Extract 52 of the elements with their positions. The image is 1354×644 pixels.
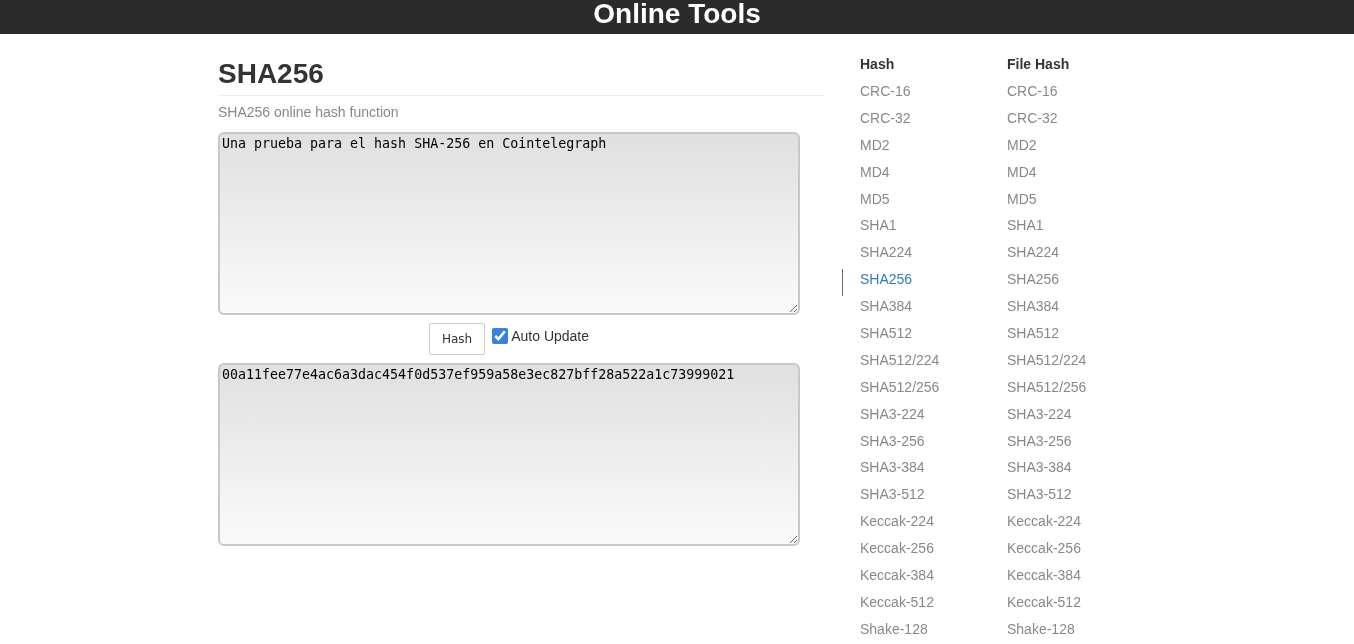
sidebar-link[interactable]: SHA512/224	[989, 349, 1087, 377]
sidebar-link[interactable]: SHA3-512	[989, 484, 1072, 512]
sidebar-link[interactable]: MD2	[842, 134, 890, 162]
sidebar-link[interactable]: Keccak-512	[842, 591, 934, 619]
sidebar-link[interactable]: MD5	[842, 188, 890, 216]
sidebar-link[interactable]: SHA1	[989, 215, 1044, 243]
sidebar-heading: File Hash	[1007, 55, 1071, 74]
sidebar-link[interactable]: SHA512/224	[842, 349, 940, 377]
sidebar-link[interactable]: MD4	[989, 161, 1037, 189]
auto-update-checkbox[interactable]	[492, 328, 509, 344]
sidebar-heading: Hash	[860, 55, 896, 74]
sidebar-link[interactable]: MD2	[989, 134, 1037, 162]
sidebar-link[interactable]: Shake-128	[989, 618, 1075, 644]
sidebar-link[interactable]: SHA3-512	[842, 484, 925, 512]
sidebar-link[interactable]: SHA256	[989, 269, 1060, 297]
auto-update-label: Auto Update	[511, 328, 590, 344]
sidebar-link[interactable]: Keccak-512	[989, 591, 1081, 619]
sidebar-link[interactable]: MD5	[989, 188, 1037, 216]
sidebar-link[interactable]: SHA3-384	[842, 457, 925, 485]
sidebar-link[interactable]: Keccak-384	[842, 565, 934, 592]
sidebar-link[interactable]: SHA224	[842, 242, 913, 270]
output-field[interactable]: 00a11fee77e4ac6a3dac454f0d537ef959a58e3ec827bff28a522a1c73999021	[218, 363, 800, 546]
sidebar-link[interactable]: SHA256	[842, 269, 913, 297]
page-subtitle: SHA256 online hash function	[218, 104, 400, 120]
sidebar-link[interactable]: Keccak-256	[989, 538, 1081, 566]
hash-button[interactable]: Hash	[428, 323, 486, 355]
sidebar-link[interactable]: Keccak-384	[989, 565, 1081, 592]
sidebar-link[interactable]: MD4	[842, 161, 890, 189]
sidebar-link[interactable]: SHA224	[989, 242, 1060, 270]
site-title[interactable]: Online Tools	[593, 0, 761, 28]
sidebar-link[interactable]: SHA512	[842, 323, 913, 350]
sidebar-link[interactable]: Shake-128	[842, 618, 928, 644]
sidebar-link[interactable]: SHA3-384	[989, 457, 1072, 485]
sidebar-link[interactable]: SHA512/256	[989, 376, 1087, 404]
sidebar-link[interactable]: SHA384	[842, 296, 913, 323]
input-field[interactable]: Una prueba para el hash SHA-256 en Cointelegraph	[218, 132, 800, 315]
sidebar-link[interactable]: SHA3-256	[842, 430, 925, 458]
sidebar-link[interactable]: SHA384	[989, 296, 1060, 323]
sidebar-link[interactable]: CRC-16	[842, 81, 911, 108]
sidebar-link[interactable]: SHA3-256	[989, 430, 1072, 458]
sidebar-link[interactable]: SHA512	[989, 323, 1060, 350]
sidebar-link[interactable]: Keccak-256	[842, 538, 934, 566]
sidebar-link[interactable]: Keccak-224	[989, 511, 1081, 539]
sidebar-link[interactable]: CRC-32	[989, 107, 1058, 135]
sidebar-link[interactable]: CRC-16	[989, 81, 1058, 108]
sidebar-link[interactable]: Keccak-224	[842, 511, 934, 539]
sidebar-link[interactable]: CRC-32	[842, 107, 911, 135]
page-title: SHA256	[218, 58, 825, 96]
sidebar-link[interactable]: SHA512/256	[842, 376, 940, 404]
sidebar-link[interactable]: SHA3-224	[842, 403, 925, 431]
sidebar-link[interactable]: SHA3-224	[989, 403, 1072, 431]
sidebar-link[interactable]: SHA1	[842, 215, 897, 243]
